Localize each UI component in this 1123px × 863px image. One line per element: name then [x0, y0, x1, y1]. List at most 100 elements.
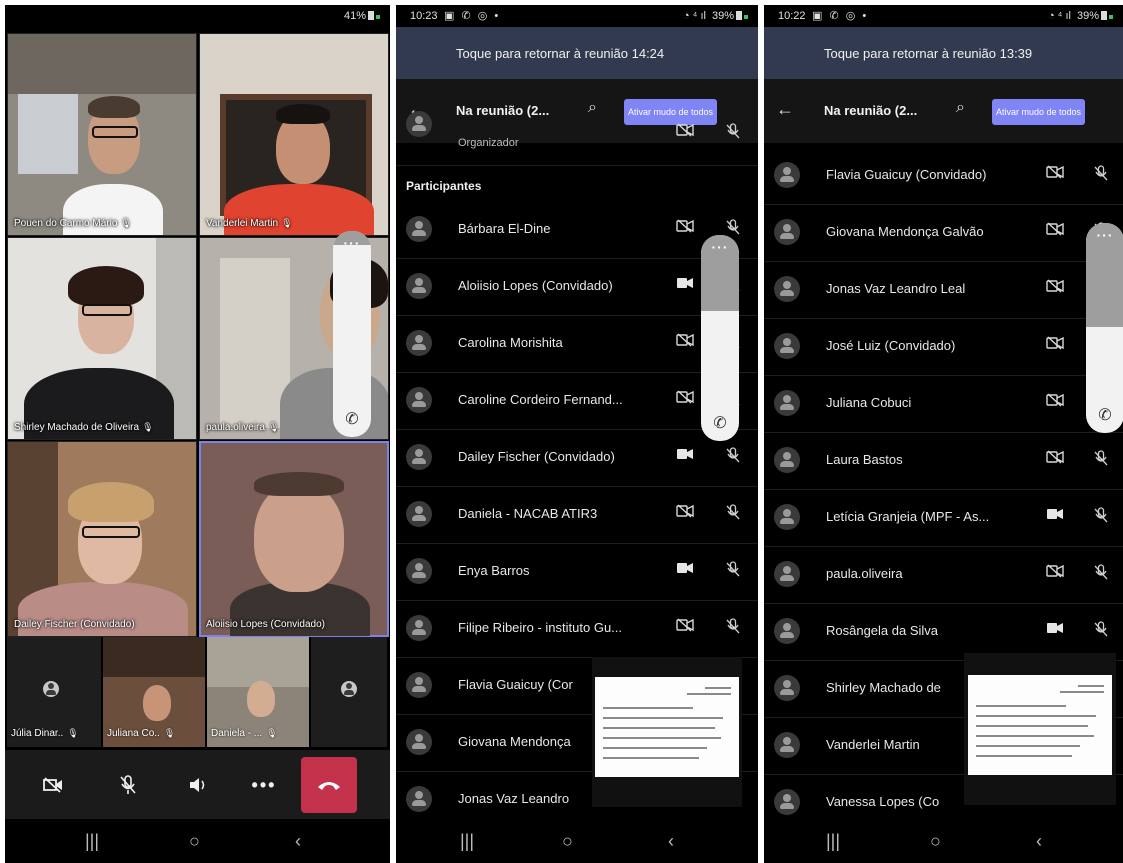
shared-content-preview[interactable]	[964, 653, 1116, 805]
video-tile-active-speaker[interactable]: Aloiisio Lopes (Convidado)	[199, 441, 389, 637]
participant-row[interactable]: Letícia Granjeia (MPF - As...	[764, 489, 1123, 547]
return-to-meeting-banner[interactable]: Toque para retornar à reunião 14:24	[396, 27, 758, 79]
back-icon[interactable]: ‹	[295, 831, 301, 852]
document-page	[595, 677, 739, 777]
speaker-button[interactable]	[175, 765, 221, 805]
avatar-icon	[43, 681, 59, 697]
floating-call-panel[interactable]: ··· ✆	[701, 235, 739, 441]
camera-status-icon	[1046, 222, 1064, 239]
return-to-meeting-banner[interactable]: Toque para retornar à reunião 13:39	[764, 27, 1123, 79]
participant-row[interactable]: Daniela - NACAB ATIR3	[396, 486, 758, 544]
camera-status-icon	[1046, 393, 1064, 410]
participant-row[interactable]: José Luiz (Convidado)	[764, 318, 1123, 376]
hangup-button[interactable]	[301, 757, 357, 813]
avatar-icon	[774, 333, 800, 359]
participant-row[interactable]: Giovana Mendonça Galvão	[764, 204, 1123, 262]
participant-row[interactable]: Enya Barros	[396, 543, 758, 601]
camera-off-icon	[676, 390, 694, 404]
camera-status-icon	[676, 333, 694, 350]
participant-row[interactable]: paula.oliveira	[764, 546, 1123, 604]
mic-off-icon	[1094, 564, 1108, 580]
video-tile[interactable]: Dailey Fischer (Convidado)	[7, 441, 197, 637]
mute-all-button[interactable]: Ativar mudo de todos	[992, 99, 1086, 125]
home-icon[interactable]: ○	[189, 831, 200, 852]
window-background	[18, 94, 78, 174]
hangup-icon	[318, 782, 340, 790]
participant-name: Letícia Granjeia (MPF - As...	[826, 509, 990, 524]
video-tile[interactable]: Pouen do Carmo Mário 🎙	[7, 33, 197, 236]
person-hair	[68, 482, 154, 522]
participant-name: Rosângela da Silva	[826, 623, 939, 638]
camera-off-icon	[1046, 336, 1064, 350]
video-tile[interactable]: Vanderlei Martin 🎙	[199, 33, 389, 236]
small-video-tile[interactable]: Daniela - ... 🎙	[207, 637, 309, 747]
small-video-tile[interactable]: Júlia Dinar.. 🎙	[7, 637, 101, 747]
floating-call-panel[interactable]: ··· ✆	[1086, 223, 1123, 433]
small-video-tile[interactable]: Juliana Co.. 🎙	[103, 637, 205, 747]
battery-icon	[1101, 11, 1107, 20]
person-head	[247, 681, 275, 717]
phone-icon[interactable]: ✆	[701, 413, 739, 433]
back-arrow-icon[interactable]: ←	[776, 99, 794, 120]
mic-status-icon	[1094, 165, 1108, 184]
more-button[interactable]: •••	[241, 765, 287, 805]
camera-off-icon	[676, 333, 694, 347]
mic-off-button[interactable]	[105, 765, 151, 805]
phone-video-grid: 41% Pouen do Carmo Mário 🎙 Vanderlei Mart…	[5, 5, 390, 863]
mic-off-icon	[726, 447, 740, 463]
floating-call-panel[interactable]: ··· ✆	[333, 231, 371, 437]
doc-line	[1078, 685, 1104, 687]
mic-status-icon	[726, 504, 740, 523]
participant-row[interactable]: Jonas Vaz Leandro Leal	[764, 261, 1123, 319]
camera-off-icon	[676, 123, 694, 137]
participant-name: Shirley Machado de	[826, 680, 941, 695]
bookshelf-background	[207, 637, 309, 687]
avatar-icon	[406, 672, 432, 698]
doc-line	[976, 745, 1080, 747]
back-icon[interactable]: ‹	[668, 831, 674, 852]
phone-icon[interactable]: ✆	[333, 409, 371, 429]
person-hair	[68, 266, 144, 306]
small-video-tile[interactable]	[311, 637, 387, 747]
home-icon[interactable]: ○	[930, 831, 941, 852]
participant-name: Giovana Mendonça	[458, 734, 571, 749]
mic-off-icon: 🎙	[120, 218, 132, 228]
camera-off-button[interactable]	[30, 765, 76, 805]
mic-off-icon: 🎙	[266, 728, 278, 738]
participant-name: Flavia Guaicuy (Convidado)	[826, 167, 987, 182]
header-title: Na reunião (2...	[824, 103, 918, 118]
more-options-icon[interactable]: ···	[701, 239, 739, 255]
participant-name: Jonas Vaz Leandro	[458, 791, 570, 806]
more-options-icon[interactable]: ···	[333, 235, 371, 251]
status-time: 10:22	[778, 10, 806, 22]
video-tile[interactable]: Shirley Machado de Oliveira 🎙	[7, 237, 197, 440]
participant-row[interactable]: Laura Bastos	[764, 432, 1123, 490]
recent-apps-icon[interactable]: |||	[85, 831, 99, 852]
more-options-icon[interactable]: ···	[1086, 227, 1123, 243]
phone-icon[interactable]: ✆	[1086, 405, 1123, 425]
camera-status-icon	[676, 219, 694, 236]
camera-off-icon	[676, 618, 694, 632]
recent-apps-icon[interactable]: |||	[460, 831, 474, 852]
phone-participants-list: 10:23 ▣ ✆ ◎ • ◔ ⁴ ıl 39% Toque para retor…	[396, 5, 758, 863]
back-icon[interactable]: ‹	[1036, 831, 1042, 852]
recent-apps-icon[interactable]: |||	[826, 831, 840, 852]
tile-name-tag: paula.oliveira 🎙	[206, 422, 280, 433]
participant-row[interactable]: Dailey Fischer (Convidado)	[396, 429, 758, 487]
home-icon[interactable]: ○	[562, 831, 573, 852]
person-hair	[276, 104, 330, 124]
camera-off-icon	[1046, 222, 1064, 236]
participant-row[interactable]: Flavia Guaicuy (Convidado)	[764, 147, 1123, 205]
organizer-row[interactable]: Organizador	[396, 111, 758, 166]
mic-off-icon	[726, 618, 740, 634]
doc-line	[705, 687, 731, 689]
mic-status-icon	[1094, 507, 1108, 526]
camera-status-icon	[676, 504, 694, 521]
search-icon[interactable]: ⌕	[956, 99, 965, 117]
shared-content-preview[interactable]	[592, 657, 742, 807]
mic-status-icon	[726, 123, 740, 142]
doc-line	[603, 747, 707, 749]
participant-row[interactable]: Filipe Ribeiro - instituto Gu...	[396, 600, 758, 658]
participant-row[interactable]: Juliana Cobuci	[764, 375, 1123, 433]
mic-status-icon	[1094, 450, 1108, 469]
